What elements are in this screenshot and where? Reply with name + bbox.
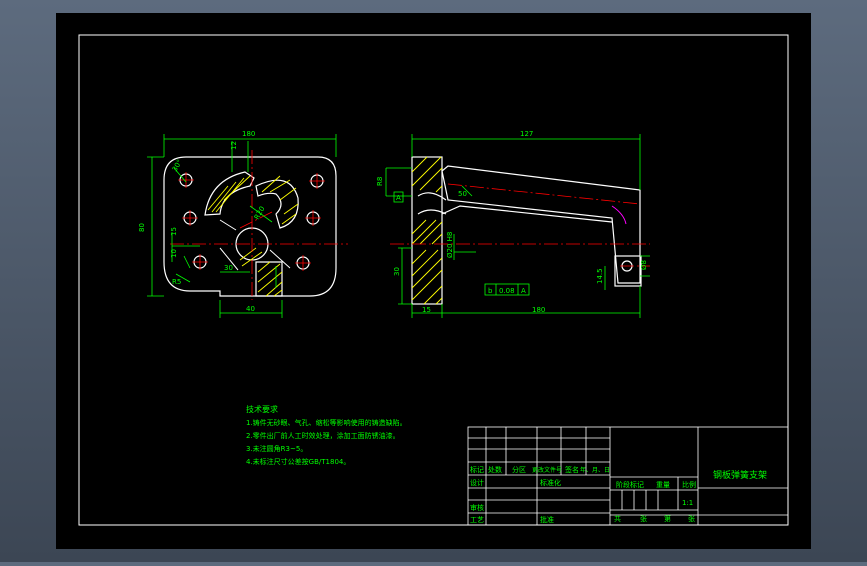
scale-label: 比例 bbox=[682, 480, 696, 489]
notes-item-2: 2.零件出厂前人工时效处理，涂加工面防锈油漆。 bbox=[246, 431, 400, 440]
row-label-review: 审核 bbox=[470, 503, 484, 512]
dim-side-r50: 50 bbox=[458, 190, 467, 198]
header-label-5: 签名 bbox=[565, 465, 579, 474]
dim-front-small-top: 12 bbox=[230, 141, 238, 150]
tolerance-datum: A bbox=[521, 287, 526, 295]
dim-side-base-left: 15 bbox=[422, 306, 431, 314]
notes-title: 技术要求 bbox=[246, 404, 278, 414]
scale-value: 1:1 bbox=[682, 499, 693, 507]
header-label-4: 更改文件号 bbox=[532, 466, 562, 474]
tolerance-symbol: b bbox=[488, 287, 493, 295]
dim-side-right: Ø8 bbox=[640, 260, 648, 270]
tolerance-value: 0.08 bbox=[499, 287, 515, 295]
dim-front-top: 180 bbox=[242, 130, 255, 138]
drawing-name: 钢板弹簧支架 bbox=[713, 469, 767, 481]
dim-front-r10: 10 bbox=[170, 249, 178, 258]
row-label-design: 设计 bbox=[470, 478, 484, 487]
sheet-label-4: 张 bbox=[688, 514, 695, 523]
dim-side-height: 30 bbox=[393, 267, 401, 276]
drawing-canvas: 180 80 40 12 15 10 30 R20 R5 30° 127 15 … bbox=[56, 13, 811, 549]
dim-front-15: 15 bbox=[170, 227, 178, 236]
dim-front-30: 30 bbox=[224, 264, 233, 272]
notes-item-1: 1.铸件无砂眼、气孔、缩松等影响使用的铸造缺陷。 bbox=[246, 418, 407, 427]
dim-side-left-top: R8 bbox=[376, 177, 384, 186]
row-label-approve: 批准 bbox=[540, 515, 554, 524]
dim-front-left: 80 bbox=[138, 223, 146, 232]
header-label-2: 处数 bbox=[488, 465, 502, 474]
sheet-label-1: 共 bbox=[614, 514, 621, 523]
notes-item-4: 4.未标注尺寸公差按GB/T1804。 bbox=[246, 457, 350, 466]
dim-front-bottom: 40 bbox=[246, 305, 255, 313]
dim-side-right-small: 14.5 bbox=[596, 268, 604, 284]
dim-side-base-right: 180 bbox=[532, 306, 545, 314]
header-label-1: 标记 bbox=[470, 465, 484, 474]
stage-label: 阶段标记 bbox=[616, 480, 644, 489]
header-label-6: 年、月、日 bbox=[580, 466, 610, 474]
dim-side-hole: Ø20 H8 bbox=[446, 232, 454, 258]
cad-viewport: 180 80 40 12 15 10 30 R20 R5 30° 127 15 … bbox=[0, 0, 867, 562]
dim-front-r5: R5 bbox=[172, 278, 181, 286]
weight-label: 重量 bbox=[656, 481, 670, 489]
row-label-standard: 标准化 bbox=[540, 478, 561, 487]
header-label-3: 分区 bbox=[512, 465, 526, 474]
dim-side-left-mid: A bbox=[396, 194, 401, 202]
notes-item-3: 3.未注圆角R3~5。 bbox=[246, 444, 307, 453]
sheet-label-2: 张 bbox=[640, 514, 647, 523]
row-label-process: 工艺 bbox=[470, 516, 484, 524]
dim-side-top: 127 bbox=[520, 130, 533, 138]
sheet-label-3: 第 bbox=[664, 514, 671, 523]
